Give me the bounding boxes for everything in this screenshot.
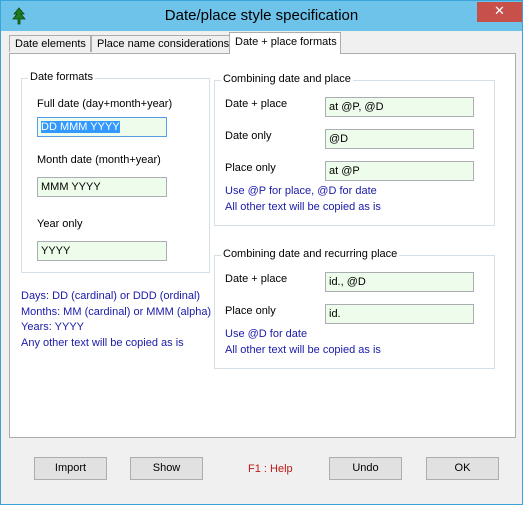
place-only-field[interactable]: at @P <box>325 161 474 181</box>
recurring-hint-2: All other text will be copied as is <box>225 344 381 356</box>
combining-hint-2: All other text will be copied as is <box>225 201 381 213</box>
tab-panel: Date formats Full date (day+month+year) … <box>9 53 516 438</box>
date-only-value: @D <box>329 133 349 145</box>
year-only-label: Year only <box>37 218 83 230</box>
tab-date-place-formats[interactable]: Date + place formats <box>229 32 341 54</box>
date-only-label: Date only <box>225 130 272 142</box>
tab-label: Date + place formats <box>235 36 337 48</box>
combining-legend: Combining date and place <box>221 73 353 85</box>
date-formats-legend: Date formats <box>28 71 95 83</box>
dialog-window: Date/place style specification ✕ Date el… <box>0 0 523 505</box>
tab-label: Place name considerations <box>97 38 230 50</box>
recurring-place-only-value: id. <box>329 308 341 320</box>
recurring-place-only-label: Place only <box>225 305 276 317</box>
days-help: Days: DD (cardinal) or DDD (ordinal) <box>21 290 201 302</box>
months-help: Months: MM (cardinal) or MMM (alpha) <box>21 306 212 318</box>
place-only-label: Place only <box>225 162 276 174</box>
year-only-field[interactable]: YYYY <box>37 241 167 261</box>
close-button[interactable]: ✕ <box>477 2 522 22</box>
other-text-help: Any other text will be copied as is <box>21 337 184 349</box>
full-date-field[interactable]: DD MMM YYYY <box>37 117 167 137</box>
date-place-value: at @P, @D <box>329 101 384 113</box>
month-date-label: Month date (month+year) <box>37 154 161 166</box>
title-bar[interactable]: Date/place style specification ✕ <box>1 1 522 31</box>
combining-date-place-group: Combining date and place Date + place at… <box>214 73 495 226</box>
import-button[interactable]: Import <box>34 457 107 480</box>
recurring-date-place-label: Date + place <box>225 273 288 285</box>
date-formats-group: Date formats Full date (day+month+year) … <box>21 71 210 273</box>
undo-button[interactable]: Undo <box>329 457 402 480</box>
year-only-value: YYYY <box>41 245 71 257</box>
date-place-label: Date + place <box>225 98 288 110</box>
full-date-label: Full date (day+month+year) <box>37 98 173 110</box>
recurring-legend: Combining date and recurring place <box>221 248 400 260</box>
date-only-field[interactable]: @D <box>325 129 474 149</box>
tab-label: Date elements <box>15 38 86 50</box>
recurring-date-place-value: id., @D <box>329 276 366 288</box>
full-date-value: DD MMM YYYY <box>41 121 120 133</box>
recurring-place-only-field[interactable]: id. <box>325 304 474 324</box>
combining-recurring-place-group: Combining date and recurring place Date … <box>214 248 495 369</box>
recurring-hint-1: Use @D for date <box>225 328 308 340</box>
window-title: Date/place style specification <box>164 7 359 24</box>
show-button[interactable]: Show <box>130 457 203 480</box>
help-hint: F1 : Help <box>248 463 293 475</box>
recurring-date-place-field[interactable]: id., @D <box>325 272 474 292</box>
month-date-value: MMM YYYY <box>41 181 101 193</box>
tab-date-elements[interactable]: Date elements <box>9 35 91 52</box>
place-only-value: at @P <box>329 165 360 177</box>
combining-hint-1: Use @P for place, @D for date <box>225 185 377 197</box>
years-help: Years: YYYY <box>21 321 84 333</box>
ok-button[interactable]: OK <box>426 457 499 480</box>
month-date-field[interactable]: MMM YYYY <box>37 177 167 197</box>
close-icon: ✕ <box>494 4 505 19</box>
tab-place-name-considerations[interactable]: Place name considerations <box>91 35 230 52</box>
date-place-field[interactable]: at @P, @D <box>325 97 474 117</box>
